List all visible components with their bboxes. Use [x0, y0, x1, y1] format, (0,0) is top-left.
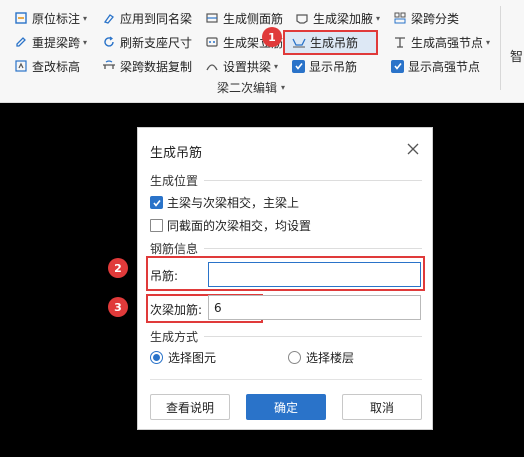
step-badge-2: 2 — [108, 258, 128, 278]
ribbon-separator — [500, 6, 501, 90]
select-floor-radio[interactable]: 选择楼层 — [288, 349, 354, 366]
generate-hanger-rebar-button[interactable]: 生成吊筋 — [292, 32, 358, 52]
step-badge-1: 1 — [262, 27, 282, 47]
checkbox-checked-icon — [150, 196, 163, 209]
haunch-icon — [295, 11, 309, 25]
checkbox-unchecked-icon — [150, 219, 163, 232]
classify-icon — [393, 11, 407, 25]
erection-rebar-icon — [205, 35, 219, 49]
ribbon-toolbar: 原位标注 ▾ 应用到同名梁 生成侧面筋 生成梁加腋 ▾ 梁跨分类 重提梁跨 ▾ … — [0, 0, 524, 103]
pen-icon — [14, 35, 28, 49]
cancel-button[interactable]: 取消 — [342, 394, 422, 420]
brush-icon — [102, 11, 116, 25]
secondary-beam-rebar-label: 次梁加筋: — [150, 303, 203, 317]
generate-high-strength-node-button[interactable]: 生成高强节点 ▾ — [393, 32, 490, 52]
secondary-beam-rebar-input[interactable] — [208, 295, 421, 320]
hanger-label: 吊筋: — [150, 269, 179, 283]
arch-icon — [205, 59, 219, 73]
hanger-rebar-input[interactable] — [208, 262, 421, 287]
annotation-icon — [14, 11, 28, 25]
generate-beam-haunch-button[interactable]: 生成梁加腋 ▾ — [295, 8, 380, 28]
section-generate-position: 生成位置 — [150, 172, 422, 189]
view-help-button[interactable]: 查看说明 — [150, 394, 230, 420]
close-icon[interactable] — [406, 142, 420, 156]
ok-button[interactable]: 确定 — [246, 394, 326, 420]
checkbox-checked-icon — [292, 59, 305, 73]
checkbox-checked-icon — [391, 59, 404, 73]
section-rebar-info: 钢筋信息 — [150, 240, 422, 257]
same-section-intersect-checkbox[interactable]: 同截面的次梁相交，均设置 — [150, 217, 311, 234]
copy-beam-span-data-button[interactable]: 梁跨数据复制 — [102, 56, 192, 76]
node-icon — [393, 35, 407, 49]
ribbon-cut-label: 智 — [510, 50, 524, 65]
ribbon-group-label[interactable]: 梁二次编辑 ▾ — [217, 79, 285, 96]
radio-selected-icon — [150, 351, 163, 364]
modify-elevation-button[interactable]: 查改标高 — [14, 56, 80, 76]
step-badge-3: 3 — [108, 297, 128, 317]
apply-same-name-beam-button[interactable]: 应用到同名梁 — [102, 8, 192, 28]
re-extract-beam-span-button[interactable]: 重提梁跨 ▾ — [14, 32, 87, 52]
refresh-support-size-button[interactable]: 刷新支座尺寸 — [102, 32, 192, 52]
copy-span-icon — [102, 59, 116, 73]
refresh-icon — [102, 35, 116, 49]
dialog-title: 生成吊筋 — [150, 146, 203, 161]
original-annotation-button[interactable]: 原位标注 ▾ — [14, 8, 87, 28]
generate-hanger-rebar-dialog: 生成吊筋 生成位置 主梁与次梁相交，主梁上 同截面的次梁相交，均设置 钢筋信息 … — [137, 127, 433, 430]
beam-span-classify-button[interactable]: 梁跨分类 — [393, 8, 459, 28]
section-generate-method: 生成方式 — [150, 328, 422, 345]
hanger-rebar-icon — [292, 35, 306, 49]
dialog-divider — [150, 379, 422, 380]
select-element-radio[interactable]: 选择图元 — [150, 349, 216, 366]
set-arch-beam-button[interactable]: 设置拱梁 ▾ — [205, 56, 278, 76]
show-hanger-rebar-checkbox[interactable]: 显示吊筋 — [292, 56, 357, 76]
radio-unselected-icon — [288, 351, 301, 364]
generate-side-rebar-button[interactable]: 生成侧面筋 — [205, 8, 283, 28]
show-high-strength-node-checkbox[interactable]: 显示高强节点 — [391, 56, 480, 76]
main-beam-intersect-checkbox[interactable]: 主梁与次梁相交，主梁上 — [150, 194, 299, 211]
elevation-icon — [14, 59, 28, 73]
side-rebar-icon — [205, 11, 219, 25]
